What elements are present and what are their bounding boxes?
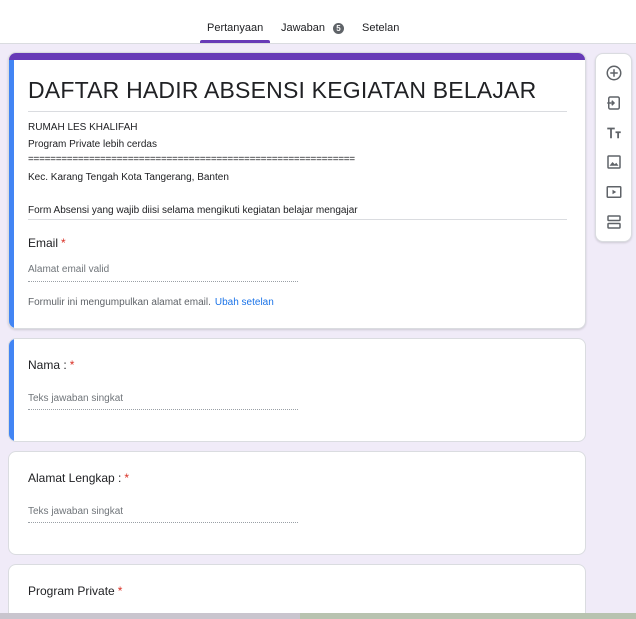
tab-questions[interactable]: Pertanyaan xyxy=(207,22,263,34)
tab-answers[interactable]: Jawaban xyxy=(281,22,325,34)
short-answer-underline xyxy=(28,409,298,410)
form-header-card[interactable]: DAFTAR HADIR ABSENSI KEGIATAN BELAJAR RU… xyxy=(8,52,586,329)
form-description-line[interactable]: RUMAH LES KHALIFAH xyxy=(28,122,137,133)
tab-settings[interactable]: Setelan xyxy=(362,22,399,34)
top-bar: Pertanyaan Jawaban 5 Setelan xyxy=(0,0,636,44)
required-asterisk: * xyxy=(61,236,66,250)
form-description-line[interactable]: Program Private lebih cerdas xyxy=(28,139,157,150)
active-tab-indicator xyxy=(200,40,270,43)
question-card-alamat[interactable]: Alamat Lengkap : * Teks jawaban singkat xyxy=(8,451,586,555)
email-input-placeholder[interactable]: Alamat email valid xyxy=(28,264,109,275)
add-video-icon[interactable] xyxy=(604,182,624,202)
short-answer-placeholder: Teks jawaban singkat xyxy=(28,506,124,517)
question-title-text: Nama : xyxy=(28,358,67,372)
floating-toolbar xyxy=(595,53,632,242)
question-title[interactable]: Alamat Lengkap : * xyxy=(28,471,129,485)
form-description-line[interactable]: ========================================… xyxy=(28,154,355,165)
email-question-label: Email * xyxy=(28,236,66,250)
required-asterisk: * xyxy=(117,584,123,598)
question-focus-indicator xyxy=(9,339,14,441)
form-title[interactable]: DAFTAR HADIR ABSENSI KEGIATAN BELAJAR xyxy=(28,77,536,104)
selected-card-indicator xyxy=(9,60,14,328)
short-answer-placeholder: Teks jawaban singkat xyxy=(28,393,124,404)
description-underline xyxy=(28,219,567,220)
add-question-icon[interactable] xyxy=(604,63,624,83)
form-description-line[interactable]: Kec. Karang Tengah Kota Tangerang, Bante… xyxy=(28,172,229,183)
import-questions-icon xyxy=(607,96,620,110)
horizontal-scrollbar[interactable] xyxy=(0,613,636,619)
add-video-icon xyxy=(606,186,622,198)
form-description-line[interactable]: Form Absensi yang wajib diisi selama men… xyxy=(28,205,358,216)
email-label-text: Email xyxy=(28,236,59,250)
add-section-icon[interactable] xyxy=(604,212,624,232)
add-title-icon xyxy=(607,127,621,139)
email-input-underline xyxy=(28,281,298,282)
header-accent-bar xyxy=(9,53,585,60)
add-section-icon xyxy=(607,215,621,229)
add-image-icon xyxy=(607,155,621,169)
required-asterisk: * xyxy=(69,358,75,372)
import-questions-icon[interactable] xyxy=(604,93,624,113)
title-underline xyxy=(28,111,567,112)
email-note-text: Formulir ini mengumpulkan alamat email. xyxy=(28,297,211,308)
answers-count-badge: 5 xyxy=(333,23,344,34)
question-title[interactable]: Nama : * xyxy=(28,358,74,372)
question-card-program[interactable]: Program Private * xyxy=(8,564,586,619)
question-card-nama[interactable]: Nama : * Teks jawaban singkat xyxy=(8,338,586,442)
add-title-icon[interactable] xyxy=(604,123,624,143)
scrollbar-thumb[interactable] xyxy=(300,613,636,619)
change-settings-link[interactable]: Ubah setelan xyxy=(215,297,274,308)
required-asterisk: * xyxy=(124,471,130,485)
question-title[interactable]: Program Private * xyxy=(28,584,122,598)
question-title-text: Program Private xyxy=(28,584,115,598)
add-image-icon[interactable] xyxy=(604,152,624,172)
question-title-text: Alamat Lengkap : xyxy=(28,471,122,485)
add-question-icon xyxy=(606,65,622,81)
email-collection-note: Formulir ini mengumpulkan alamat email. U… xyxy=(28,297,274,308)
short-answer-underline xyxy=(28,522,298,523)
